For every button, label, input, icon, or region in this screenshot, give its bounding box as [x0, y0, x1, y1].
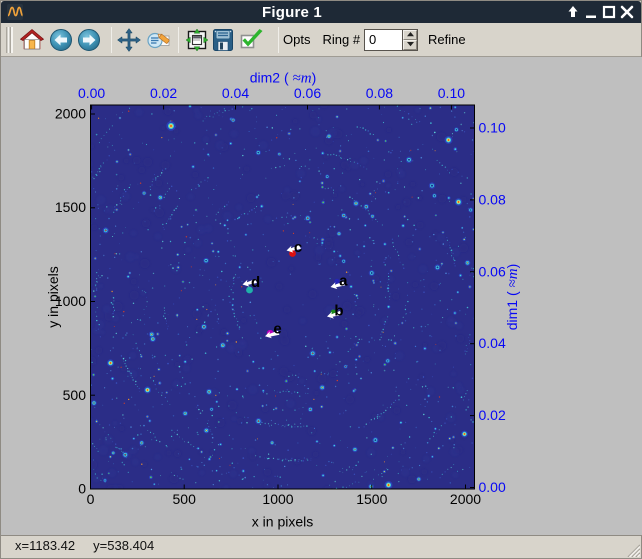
svg-text:0.10: 0.10 [438, 85, 465, 101]
svg-text:0.06: 0.06 [294, 85, 321, 101]
svg-text:0.06: 0.06 [479, 263, 506, 279]
svg-text:500: 500 [173, 491, 197, 507]
svg-text:0.10: 0.10 [479, 120, 506, 136]
svg-text:0.00: 0.00 [78, 85, 105, 101]
svg-text:1500: 1500 [55, 199, 86, 215]
svg-text:0.04: 0.04 [222, 85, 249, 101]
svg-text:y in pixels: y in pixels [45, 266, 61, 327]
svg-text:d: d [251, 274, 260, 291]
svg-text:0.04: 0.04 [479, 335, 506, 351]
svg-text:0.08: 0.08 [366, 85, 393, 101]
svg-text:b: b [334, 303, 343, 320]
svg-text:2000: 2000 [55, 106, 86, 122]
svg-text:x in pixels: x in pixels [252, 514, 313, 530]
svg-text:e: e [273, 321, 281, 338]
svg-text:0.02: 0.02 [479, 407, 506, 423]
svg-text:0.00: 0.00 [479, 479, 506, 495]
svg-text:0.08: 0.08 [479, 191, 506, 207]
svg-text:0: 0 [87, 491, 95, 507]
svg-text:1500: 1500 [356, 491, 387, 507]
svg-text:dim2 ( ≈m): dim2 ( ≈m) [250, 70, 317, 87]
svg-text:1000: 1000 [262, 491, 293, 507]
svg-text:2000: 2000 [450, 491, 481, 507]
svg-text:dim1 ( ≈m): dim1 ( ≈m) [504, 264, 521, 331]
svg-text:0: 0 [78, 481, 86, 497]
svg-text:0.02: 0.02 [150, 85, 177, 101]
svg-text:a: a [339, 273, 348, 290]
svg-text:500: 500 [63, 387, 87, 403]
svg-text:c: c [294, 239, 302, 256]
